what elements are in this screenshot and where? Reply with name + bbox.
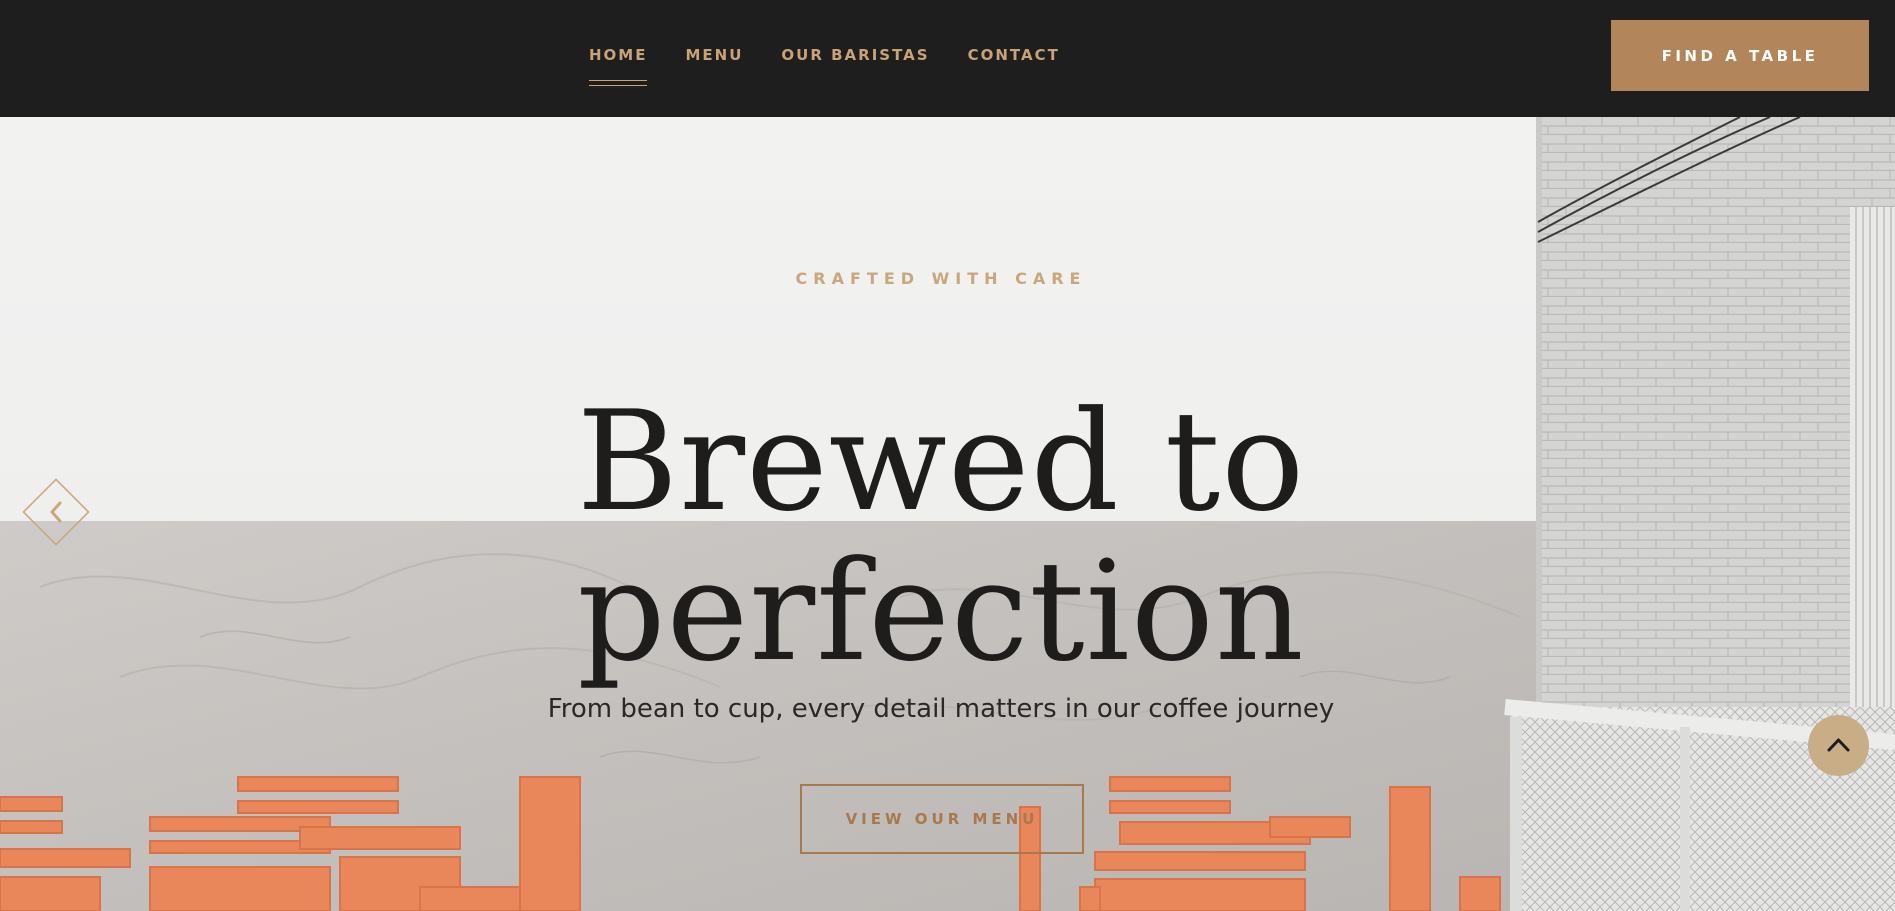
hero-eyebrow: CRAFTED WITH CARE (795, 269, 1087, 288)
main-nav: HOME MENU OUR BARISTAS CONTACT (589, 0, 1098, 117)
carousel-prev-button[interactable] (18, 474, 94, 550)
chevron-up-icon (1827, 738, 1850, 752)
top-navbar: HOME MENU OUR BARISTAS CONTACT FIND A TA… (0, 0, 1895, 117)
find-a-table-button[interactable]: FIND A TABLE (1611, 20, 1869, 91)
chevron-left-icon (22, 478, 90, 546)
scroll-to-top-button[interactable] (1808, 715, 1869, 776)
nav-item-menu[interactable]: MENU (685, 46, 743, 64)
nav-item-our-baristas[interactable]: OUR BARISTAS (781, 46, 929, 64)
nav-item-home[interactable]: HOME (589, 46, 648, 86)
hero-headline-line-2: perfection (577, 531, 1305, 692)
hero-headline: Brewed to perfection (0, 387, 1882, 687)
hero-section: CRAFTED WITH CARE Brewed to perfection F… (0, 117, 1895, 911)
hero-headline-line-1: Brewed to (576, 381, 1306, 542)
view-our-menu-button[interactable]: VIEW OUR MENU (800, 784, 1084, 854)
nav-item-contact[interactable]: CONTACT (968, 46, 1060, 64)
hero-subtitle: From bean to cup, every detail matters i… (547, 694, 1335, 724)
